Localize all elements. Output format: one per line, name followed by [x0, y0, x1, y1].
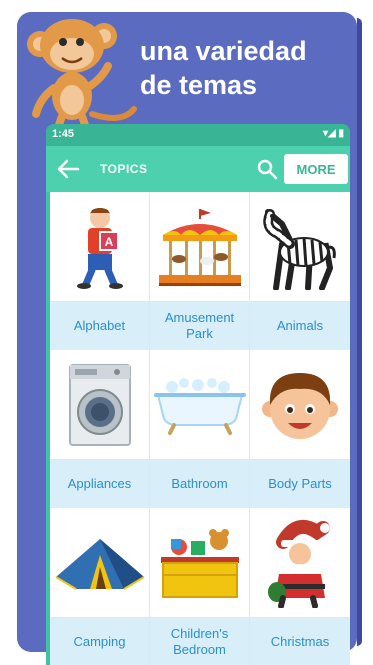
topic-label: Appliances: [50, 460, 149, 508]
toy-box-icon: [160, 528, 239, 598]
topic-tile-amusement-park[interactable]: Amusement Park: [150, 192, 250, 350]
topic-label: Body Parts: [250, 460, 350, 508]
topics-grid: A Alphabet Amusement Park Animals Applia…: [50, 192, 350, 665]
promo-headline: una variedad de temas: [140, 34, 360, 102]
topic-label: Bathroom: [150, 460, 249, 508]
phone-screen: 1:45 ▾◢ ▮ TOPICS MORE A Alphabet Amuseme…: [46, 124, 350, 665]
tent-icon: [54, 538, 145, 590]
topic-tile-appliances[interactable]: Appliances: [50, 350, 150, 508]
topic-tile-bathroom[interactable]: Bathroom: [150, 350, 250, 508]
topic-tile-alphabet[interactable]: A Alphabet: [50, 192, 150, 350]
santa-claus-icon: [268, 519, 330, 608]
topic-tile-body-parts[interactable]: Body Parts: [250, 350, 350, 508]
topic-label: Children's Bedroom: [150, 618, 249, 665]
topic-tile-childrens-bedroom[interactable]: Children's Bedroom: [150, 508, 250, 665]
status-time: 1:45: [52, 128, 75, 140]
headline-line-2: de temas: [140, 70, 258, 100]
topics-row: Camping Children's Bedroom Christmas: [50, 508, 350, 665]
topic-label: Camping: [50, 618, 149, 665]
monkey-mascot-icon: [27, 19, 137, 138]
topic-label: Animals: [250, 302, 350, 350]
carousel-icon: [158, 208, 241, 286]
headline-line-1: una variedad: [140, 36, 307, 66]
status-icons: ▾◢ ▮: [323, 128, 344, 139]
topics-row: Appliances Bathroom Body Parts: [50, 350, 350, 508]
topics-row: A Alphabet Amusement Park Animals: [50, 192, 350, 350]
status-bar: 1:45 ▾◢ ▮: [46, 124, 350, 146]
arrow-left-icon[interactable]: [56, 158, 80, 180]
topic-label: Christmas: [250, 618, 350, 665]
zebra-icon: [263, 208, 336, 290]
topic-tile-christmas[interactable]: Christmas: [250, 508, 350, 665]
topic-tile-camping[interactable]: Camping: [50, 508, 150, 665]
svg-text:A: A: [104, 235, 113, 249]
topic-label: Amusement Park: [150, 302, 249, 350]
washing-machine-icon: [68, 363, 131, 446]
page-title: TOPICS: [100, 162, 148, 176]
app-bar: TOPICS MORE: [46, 146, 350, 192]
bathtub-icon: [153, 377, 246, 435]
boy-face-icon: [262, 372, 338, 439]
topic-label: Alphabet: [50, 302, 149, 350]
boy-with-letter-block-icon: A: [76, 207, 123, 289]
search-icon[interactable]: [256, 158, 278, 180]
topic-tile-animals[interactable]: Animals: [250, 192, 350, 350]
more-button[interactable]: MORE: [284, 154, 348, 184]
